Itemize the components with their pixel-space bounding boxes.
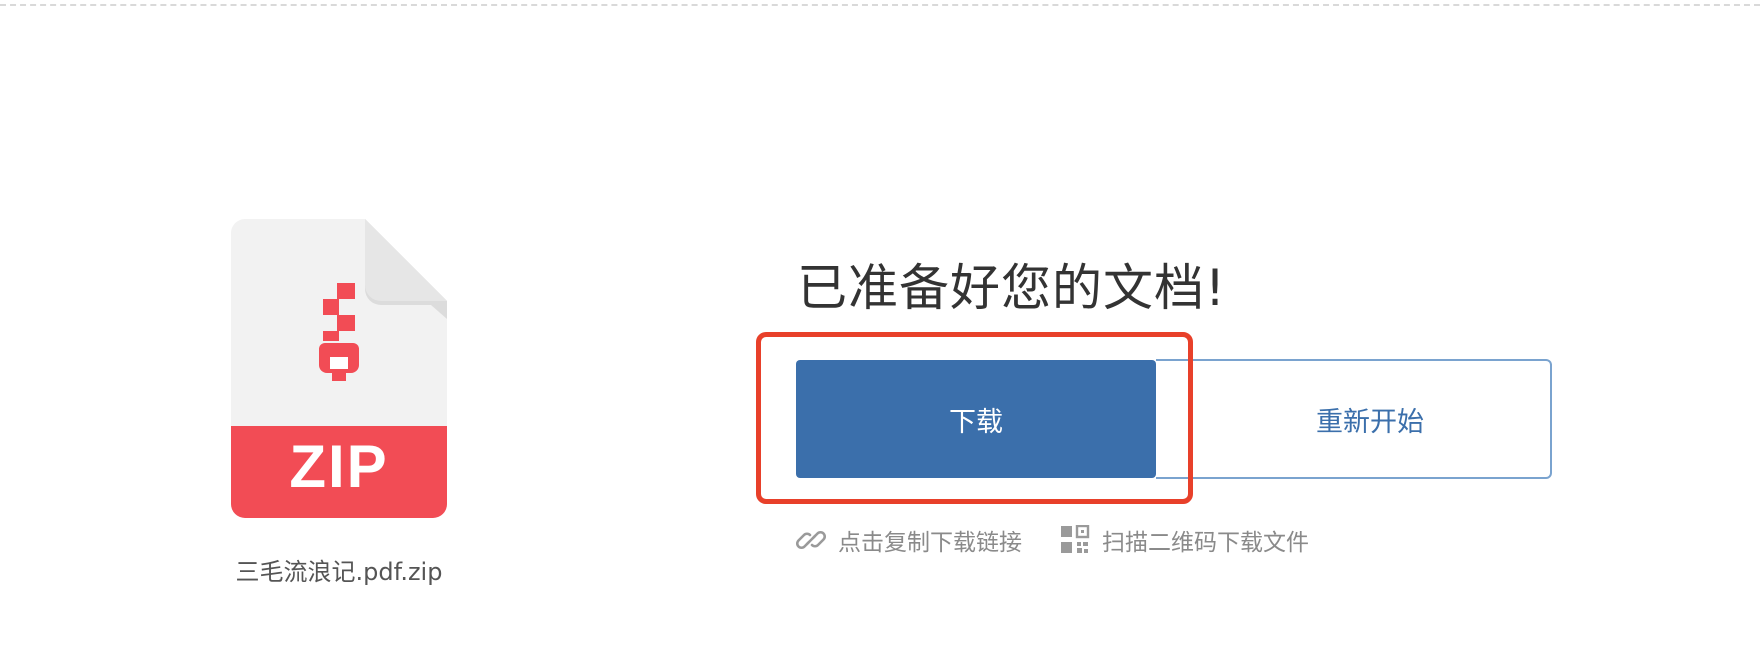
button-group-border — [1156, 359, 1194, 361]
zip-file-icon: ZIP — [231, 219, 447, 518]
qr-code-icon — [1058, 523, 1092, 557]
file-type-label: ZIP — [289, 432, 389, 500]
link-icon — [794, 523, 828, 557]
button-group-border — [1156, 477, 1194, 479]
download-page: ZIP 三毛流浪记.pdf.zip 已准备好您的文档! 下载 重新开始 点击复制… — [0, 0, 1760, 658]
page-title: 已准备好您的文档! — [797, 259, 1227, 317]
link-row: 点击复制下载链接 扫描二维码下载文件 — [794, 522, 1309, 558]
restart-button[interactable]: 重新开始 — [1190, 359, 1552, 479]
qr-download-link[interactable]: 扫描二维码下载文件 — [1058, 523, 1309, 557]
top-divider — [0, 4, 1760, 6]
download-button[interactable]: 下载 — [796, 360, 1156, 478]
file-name: 三毛流浪记.pdf.zip — [235, 558, 443, 586]
qr-download-label: 扫描二维码下载文件 — [1102, 530, 1309, 556]
copy-link[interactable]: 点击复制下载链接 — [794, 523, 1022, 557]
copy-link-label: 点击复制下载链接 — [838, 530, 1022, 556]
